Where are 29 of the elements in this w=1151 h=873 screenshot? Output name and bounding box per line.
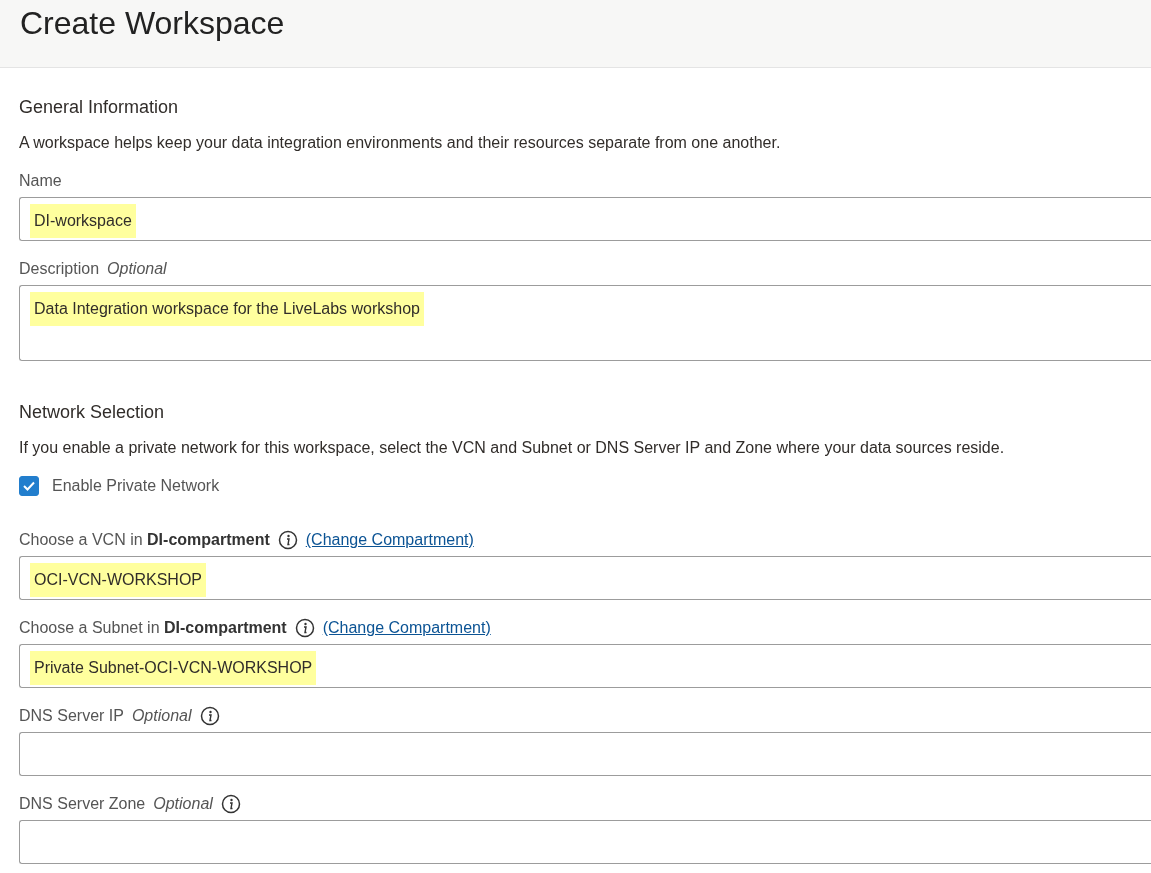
input-field[interactable] [19, 732, 1151, 776]
section-heading: Network Selection [19, 401, 166, 424]
optional-label: Optional [153, 794, 213, 814]
field-label: Description [19, 259, 100, 279]
section-heading: General Information [19, 96, 180, 119]
text-area[interactable]: Data Integration workspace for the LiveLabs workshop [19, 285, 1151, 361]
input-field[interactable]: DI-workspace [19, 197, 1151, 241]
field-label: DNS Server Zone [19, 794, 146, 814]
check-icon [22, 479, 36, 493]
field-label: Name [19, 171, 62, 191]
input-field[interactable]: OCI-VCN-WORKSHOP [19, 556, 1151, 600]
checkbox-label: Enable Private Network [52, 476, 220, 496]
field-label: Choose a VCN in DI-compartment [19, 530, 270, 550]
input-value: Private Subnet-OCI-VCN-WORKSHOP [30, 651, 317, 685]
optional-label: Optional [107, 259, 167, 279]
section-description: A workspace helps keep your data integration environments and their resources separate from one another. [19, 133, 782, 153]
change-compartment-link[interactable]: (Change Compartment) [305, 528, 474, 552]
page-title: Create Workspace [20, 4, 285, 43]
input-value: Data Integration workspace for the LiveLabs workshop [30, 292, 424, 326]
optional-label: Optional [131, 706, 192, 726]
input-field[interactable]: Private Subnet-OCI-VCN-WORKSHOP [19, 644, 1151, 688]
input-value: DI-workspace [30, 204, 136, 238]
field-label: DNS Server IP [19, 706, 124, 726]
input-field[interactable] [19, 820, 1151, 864]
field-label: Choose a Subnet in DI-compartment [19, 618, 287, 638]
checkbox[interactable] [19, 476, 39, 496]
change-compartment-link[interactable]: (Change Compartment) [322, 616, 491, 640]
section-description: If you enable a private network for this workspace, select the VCN and Subnet or DNS Server IP and Zone where your data sources reside. [19, 438, 1006, 458]
input-value: OCI-VCN-WORKSHOP [30, 563, 206, 597]
